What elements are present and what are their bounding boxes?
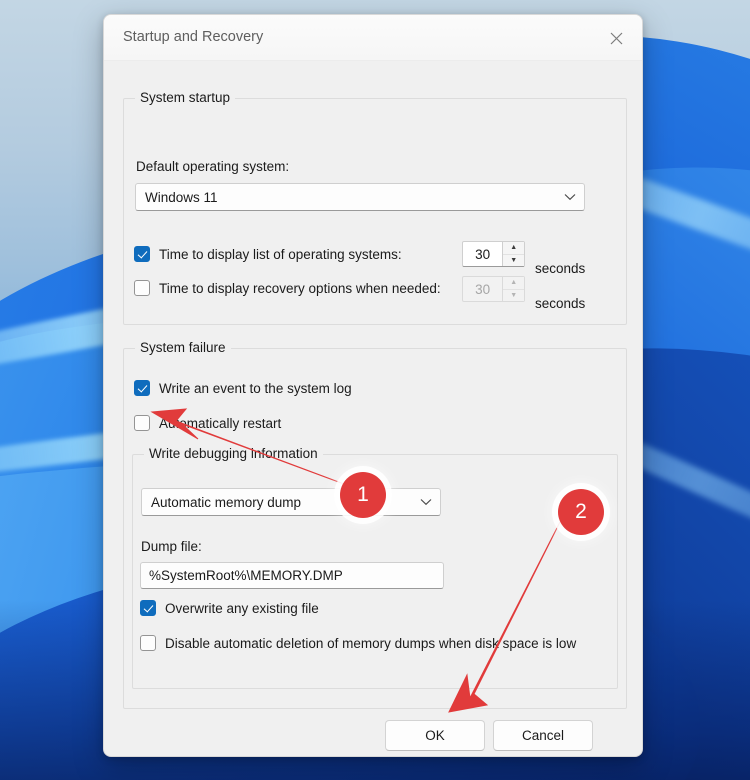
timeout-os-checkbox-box — [134, 246, 150, 262]
system-startup-legend: System startup — [135, 90, 236, 105]
timeout-recovery-checkbox-box — [134, 280, 150, 296]
system-failure-legend: System failure — [135, 340, 231, 355]
auto-restart-label: Automatically restart — [159, 415, 282, 431]
timeout-os-stepper[interactable]: 30 ▲ ▼ — [462, 241, 525, 267]
ok-button[interactable]: OK — [385, 720, 485, 751]
disable-deletion-checkbox-box — [140, 635, 156, 651]
timeout-recovery-stepper-buttons: ▲ ▼ — [502, 277, 524, 301]
desktop-background: Startup and Recovery System startup Defa… — [0, 0, 750, 780]
auto-restart-checkbox-box — [134, 415, 150, 431]
spinner-down-icon[interactable]: ▼ — [503, 255, 524, 267]
default-os-label: Default operating system: — [136, 159, 290, 174]
chevron-down-icon — [412, 498, 440, 506]
annotation-badge-2: 2 — [558, 489, 604, 535]
dump-file-input[interactable]: %SystemRoot%\MEMORY.DMP — [140, 562, 444, 589]
spinner-up-icon[interactable]: ▲ — [503, 242, 524, 255]
disable-deletion-label: Disable automatic deletion of memory dum… — [165, 635, 577, 651]
dump-type-dropdown[interactable]: Automatic memory dump — [141, 488, 441, 516]
auto-restart-checkbox[interactable]: Automatically restart — [134, 415, 281, 431]
timeout-recovery-checkbox[interactable]: Time to display recovery options when ne… — [134, 280, 441, 296]
timeout-os-label: Time to display list of operating system… — [159, 246, 402, 262]
timeout-recovery-value: 30 — [475, 281, 491, 297]
dialog-titlebar: Startup and Recovery — [104, 15, 642, 61]
overwrite-checkbox[interactable]: Overwrite any existing file — [140, 600, 319, 616]
timeout-os-stepper-buttons: ▲ ▼ — [502, 242, 524, 266]
default-os-value: Windows 11 — [145, 189, 218, 205]
spinner-down-icon[interactable]: ▼ — [503, 290, 524, 302]
write-event-checkbox-box — [134, 380, 150, 396]
timeout-os-value: 30 — [475, 246, 491, 262]
spinner-up-icon[interactable]: ▲ — [503, 277, 524, 290]
write-event-checkbox[interactable]: Write an event to the system log — [134, 380, 352, 396]
debug-info-legend: Write debugging information — [144, 446, 323, 461]
write-event-label: Write an event to the system log — [159, 380, 352, 396]
disable-deletion-checkbox[interactable]: Disable automatic deletion of memory dum… — [140, 635, 618, 651]
annotation-badge-1: 1 — [340, 472, 386, 518]
overwrite-checkbox-box — [140, 600, 156, 616]
timeout-recovery-label: Time to display recovery options when ne… — [159, 280, 441, 296]
close-icon[interactable] — [594, 19, 638, 57]
dump-file-label: Dump file: — [141, 539, 202, 554]
dialog-title: Startup and Recovery — [123, 29, 264, 45]
cancel-button[interactable]: Cancel — [493, 720, 593, 751]
overwrite-label: Overwrite any existing file — [165, 600, 319, 616]
timeout-os-checkbox[interactable]: Time to display list of operating system… — [134, 246, 402, 262]
chevron-down-icon — [556, 193, 584, 201]
timeout-recovery-stepper[interactable]: 30 ▲ ▼ — [462, 276, 525, 302]
timeout-os-unit: seconds — [535, 261, 586, 276]
timeout-recovery-unit: seconds — [535, 296, 586, 311]
default-os-dropdown[interactable]: Windows 11 — [135, 183, 585, 211]
startup-and-recovery-dialog: Startup and Recovery System startup Defa… — [103, 14, 643, 757]
